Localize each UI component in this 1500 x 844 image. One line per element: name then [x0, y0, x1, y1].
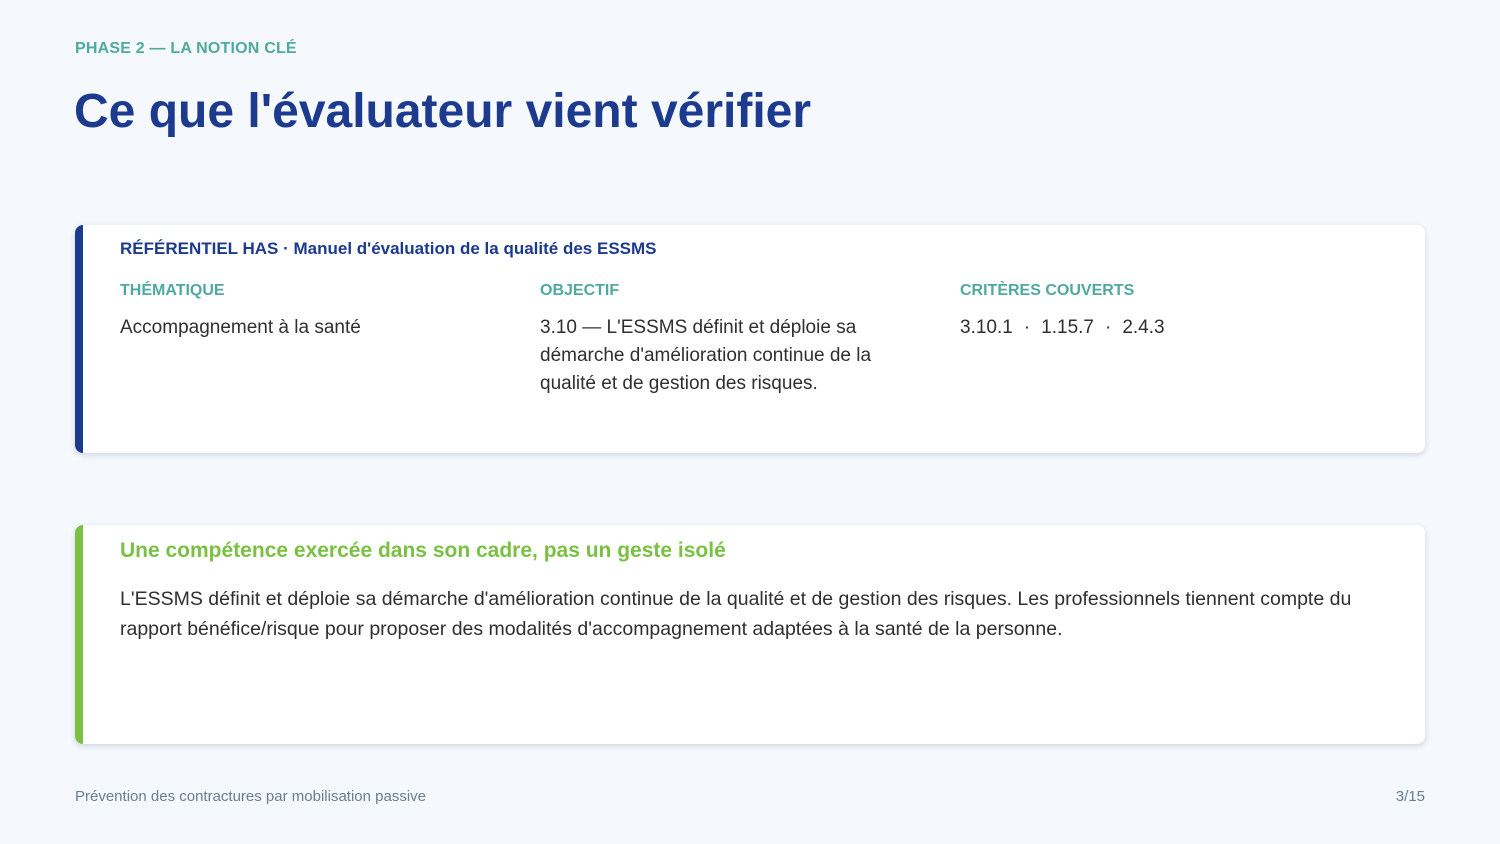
criteres-column: CRITÈRES COUVERTS 3.10.1 · 1.15.7 · 2.4.3 [960, 282, 1340, 342]
page-title: Ce que l'évaluateur vient vérifier [74, 85, 812, 138]
competence-accent-bar [75, 525, 83, 744]
objectif-value: 3.10 — L'ESSMS définit et déploie sa dém… [540, 317, 872, 394]
thematique-column: THÉMATIQUE Accompagnement à la santé [120, 282, 500, 342]
referentiel-accent-bar [75, 225, 83, 453]
critere-item: 2.4.3 [1122, 317, 1165, 338]
thematique-value: Accompagnement à la santé [120, 317, 361, 338]
criteres-label: CRITÈRES COUVERTS [960, 282, 1135, 299]
critere-separator: · [1104, 317, 1112, 338]
referentiel-heading: RÉFÉRENTIEL HAS · Manuel d'évaluation de… [120, 239, 657, 258]
page-number: 3/15 [1395, 788, 1425, 805]
critere-item: 1.15.7 [1041, 317, 1094, 338]
thematique-label: THÉMATIQUE [120, 282, 225, 299]
objectif-label: OBJECTIF [540, 282, 620, 299]
referentiel-card: RÉFÉRENTIEL HAS · Manuel d'évaluation de… [75, 225, 1425, 453]
competence-card: Une compétence exercée dans son cadre, p… [75, 525, 1425, 744]
criteres-list: 3.10.1 · 1.15.7 · 2.4.3 [960, 314, 1340, 342]
objectif-column: OBJECTIF 3.10 — L'ESSMS définit et déplo… [540, 282, 920, 398]
footer-title: Prévention des contractures par mobilisa… [75, 788, 427, 805]
competence-heading: Une compétence exercée dans son cadre, p… [120, 539, 726, 562]
critere-separator: · [1023, 317, 1031, 338]
competence-text: L'ESSMS définit et déploie sa démarche d… [120, 588, 1352, 640]
section-eyebrow: PHASE 2 — LA NOTION CLÉ [75, 40, 297, 57]
critere-item: 3.10.1 [960, 317, 1013, 338]
